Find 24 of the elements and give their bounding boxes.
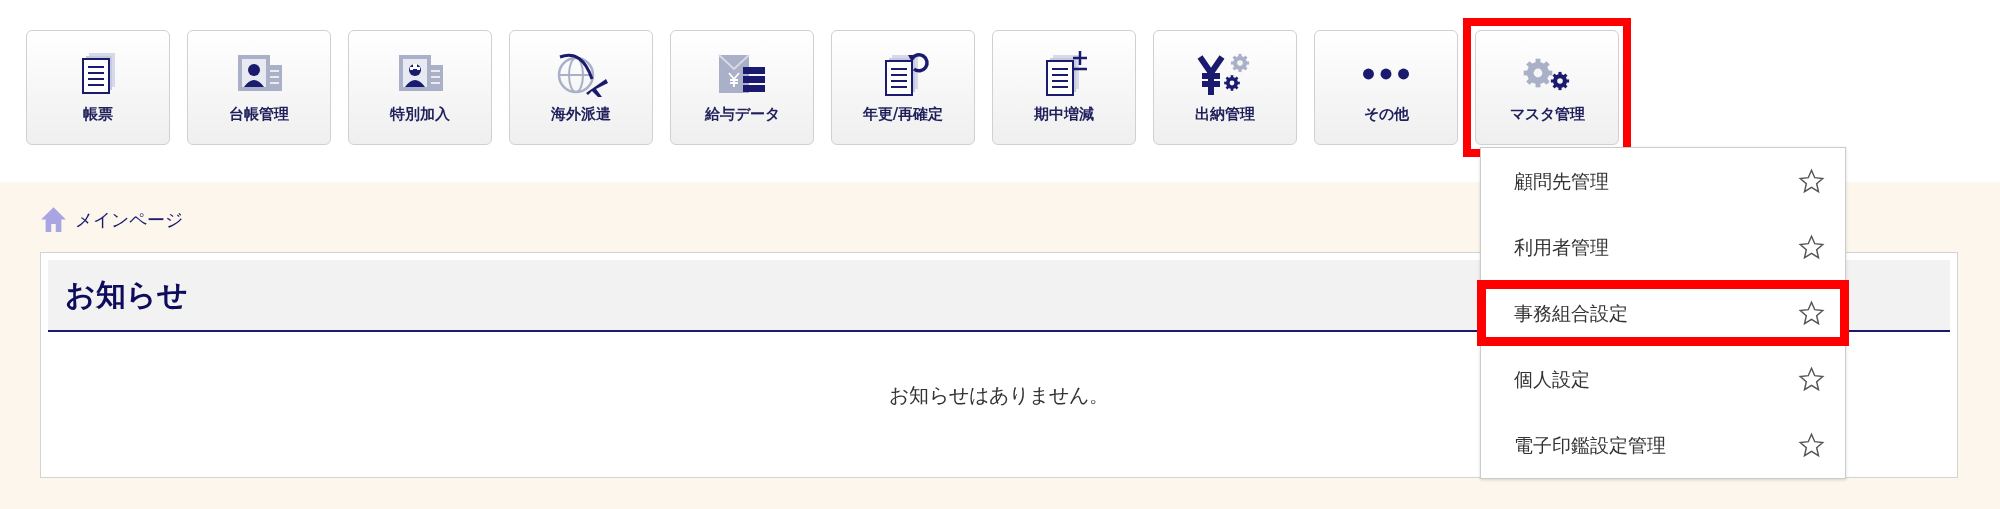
home-icon (40, 205, 67, 233)
star-icon[interactable] (1798, 365, 1825, 393)
menu-item[interactable]: 電子印鑑設定管理 (1481, 412, 1845, 478)
menu-item[interactable]: 利用者管理 (1481, 214, 1845, 280)
star-icon[interactable] (1798, 167, 1825, 195)
toolbar-button[interactable]: 出納管理 (1153, 30, 1297, 145)
star-icon[interactable] (1798, 233, 1825, 261)
star-icon[interactable] (1798, 299, 1825, 327)
toolbar-button[interactable]: 海外派遣 (509, 30, 653, 145)
more-icon (1363, 67, 1409, 82)
toolbar-button[interactable]: 年更/再確定 (831, 30, 975, 145)
toolbar-button[interactable]: 期中増減 (992, 30, 1136, 145)
panel-title: お知らせ (65, 277, 188, 313)
menu-item[interactable]: 顧問先管理 (1481, 148, 1845, 214)
menu-item[interactable]: 個人設定 (1481, 346, 1845, 412)
toolbar-button[interactable]: 台帳管理 (187, 30, 331, 145)
toolbar-button[interactable]: 帳票 (26, 30, 170, 145)
star-icon[interactable] (1798, 431, 1825, 459)
toolbar-button[interactable]: その他 (1314, 30, 1458, 145)
breadcrumb-link[interactable]: メインページ (75, 205, 183, 233)
menu-item[interactable]: 事務組合設定 (1477, 280, 1849, 346)
toolbar-button[interactable]: マスタ管理 (1475, 30, 1619, 145)
toolbar-button[interactable]: 給与データ (670, 30, 814, 145)
toolbar-button[interactable]: 特別加入 (348, 30, 492, 145)
